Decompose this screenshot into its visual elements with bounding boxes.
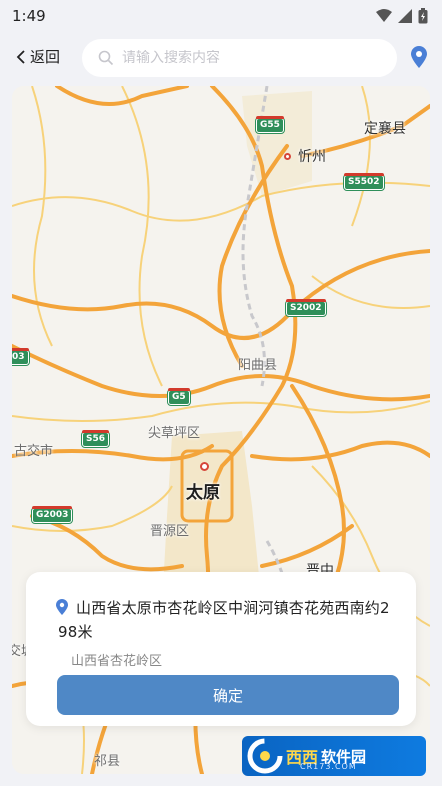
road-shield-g2003: G2003 (31, 506, 73, 523)
map-label-jinyuan: 晋源区 (150, 524, 190, 539)
map-label-dingxiang: 定襄县 (364, 121, 406, 137)
address-row: 山西省太原市杏花岭区中涧河镇杏花苑西南约298米 (56, 596, 398, 644)
road-shield-g55: G55 (255, 116, 284, 133)
map-label-jiancaoping: 尖草坪区 (148, 426, 201, 441)
map-label-xinzhou: 忻州 (298, 149, 326, 165)
signal-icon (398, 9, 412, 23)
city-dot-xinzhou (284, 153, 291, 160)
road-shield-s5502: S5502 (344, 173, 384, 190)
chevron-left-icon (16, 49, 25, 64)
road-shield-s2002: S2002 (286, 299, 326, 316)
wifi-icon (376, 9, 392, 22)
search-box[interactable] (82, 39, 397, 77)
city-dot-taiyuan (200, 462, 209, 471)
back-button[interactable]: 返回 (14, 46, 60, 67)
watermark-logo: 西西 软件园 CR173.COM (242, 736, 426, 776)
map-label-yangqu: 阳曲县 (238, 358, 278, 373)
map-label-qixian: 祁县 (94, 754, 121, 769)
cr173-logo-icon (247, 738, 283, 774)
status-time: 1:49 (12, 7, 46, 25)
road-shield-g5: G5 (168, 388, 190, 405)
confirm-button[interactable]: 确定 (57, 675, 399, 715)
battery-icon (418, 8, 428, 24)
location-pin-icon[interactable] (411, 46, 427, 68)
address-card: 山西省太原市杏花岭区中涧河镇杏花苑西南约298米 山西省杏花岭区 确定 (26, 572, 416, 726)
header: 返回 (0, 36, 442, 80)
search-input[interactable] (122, 50, 372, 66)
watermark-domain: CR173.COM (300, 762, 357, 771)
status-bar: 1:49 (0, 0, 442, 32)
address-district: 山西省杏花岭区 (71, 654, 163, 669)
location-marker-icon (56, 599, 68, 615)
map-label-gujiao: 古交市 (14, 444, 54, 459)
address-text: 山西省太原市杏花岭区中涧河镇杏花苑西南约298米 (58, 599, 390, 641)
map-label-taiyuan: 太原 (186, 483, 220, 503)
back-label: 返回 (30, 48, 61, 66)
road-shield-s56: S56 (82, 430, 110, 447)
road-shield-g3: 03 (12, 348, 29, 365)
status-icons (376, 8, 428, 24)
search-icon (98, 50, 114, 66)
